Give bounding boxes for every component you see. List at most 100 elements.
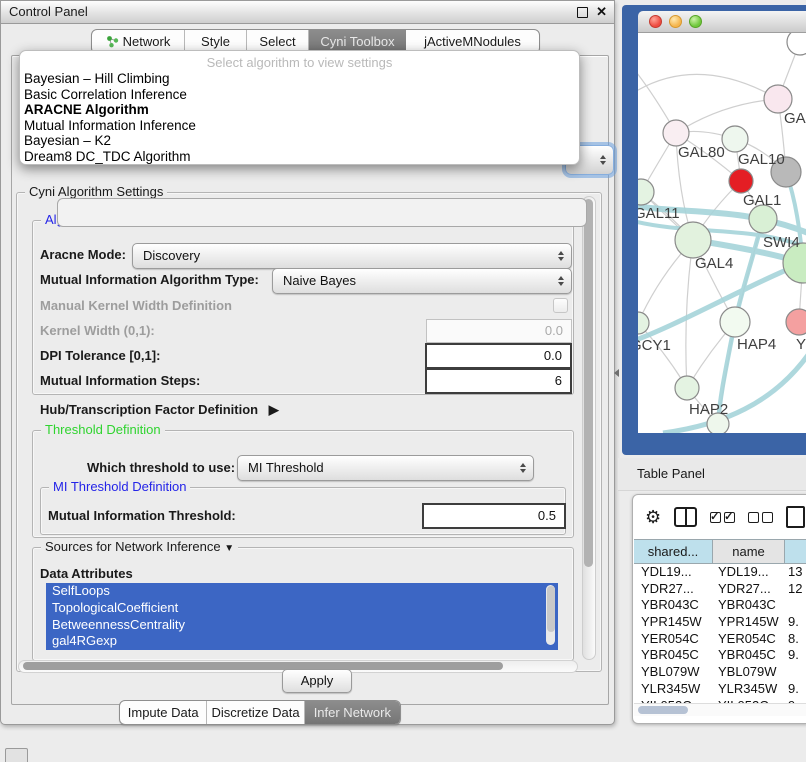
selected-value: Discovery <box>143 244 200 268</box>
splitter-handle-icon[interactable] <box>614 369 619 377</box>
network-node[interactable] <box>638 312 649 334</box>
table-panel-header: Table Panel <box>618 458 806 491</box>
network-node[interactable] <box>787 33 806 55</box>
table-toolbar: ⚙ <box>633 495 806 539</box>
minimize-traffic-light-icon[interactable] <box>669 15 682 28</box>
table-row[interactable]: YBL079WYBL079W <box>634 664 806 681</box>
network-node[interactable] <box>720 307 750 337</box>
group-title: Cyni Algorithm Settings <box>25 184 167 199</box>
mi-type-label: Mutual Information Algorithm Type: <box>40 272 259 287</box>
network-node[interactable] <box>786 309 806 335</box>
select-all-columns-icon[interactable] <box>710 512 735 523</box>
table-cell: 9. <box>785 647 806 664</box>
column-header-name[interactable]: name <box>713 540 785 563</box>
network-node-label: Y <box>796 336 806 353</box>
network-window-titlebar <box>638 11 806 33</box>
table-row[interactable]: YDR27...YDR27...12 <box>634 581 806 598</box>
settings-vertical-scrollbar[interactable] <box>582 196 596 660</box>
close-icon[interactable]: ✕ <box>596 4 607 20</box>
tab-impute-data[interactable]: Impute Data <box>120 701 207 724</box>
which-threshold-select[interactable]: MI Threshold <box>237 455 534 481</box>
table-cell: 9. <box>785 681 806 698</box>
dpi-tolerance-field[interactable]: 0.0 <box>425 343 572 369</box>
table-horizontal-scrollbar[interactable] <box>634 703 806 716</box>
control-panel-window: Control Panel ✕ Network Style Select <box>0 0 615 725</box>
close-traffic-light-icon[interactable] <box>649 15 662 28</box>
data-attributes-list[interactable]: SelfLoopsTopologicalCoefficientBetweenne… <box>46 583 558 650</box>
table-cell: 8. <box>785 631 806 648</box>
table-row[interactable]: YBR045CYBR045C9. <box>634 647 806 664</box>
window-title: Control Panel <box>9 1 88 23</box>
column-header-partial[interactable] <box>785 540 806 563</box>
gear-icon[interactable]: ⚙ <box>645 508 661 526</box>
algorithm-option[interactable]: Dream8 DC_TDC Algorithm <box>20 149 579 165</box>
network-node[interactable] <box>675 376 699 400</box>
manual-kernel-checkbox[interactable] <box>553 298 568 313</box>
network-node[interactable] <box>729 169 753 193</box>
sources-group-toggle[interactable]: Sources for Network Inference ▼ <box>41 539 238 554</box>
kernel-width-field[interactable]: 0.0 <box>426 319 572 343</box>
algorithm-option[interactable]: Basic Correlation Inference <box>20 87 579 103</box>
network-node[interactable] <box>675 222 711 258</box>
network-node-label: GAL80 <box>678 144 725 161</box>
network-node[interactable] <box>722 126 748 152</box>
table-cell <box>785 664 806 681</box>
attribute-list-item[interactable]: SelfLoops <box>46 583 558 600</box>
collapse-down-icon: ▼ <box>224 543 234 554</box>
dpi-tolerance-label: DPI Tolerance [0,1]: <box>40 348 160 363</box>
group-title: MI Threshold Definition <box>49 479 190 494</box>
network-node[interactable] <box>764 85 792 113</box>
column-header-shared-name[interactable]: shared... <box>634 540 713 563</box>
attributes-list-scrollbar[interactable] <box>546 585 555 645</box>
attribute-list-item[interactable]: gal4RGexp <box>46 633 558 650</box>
mi-steps-field[interactable]: 6 <box>425 368 572 394</box>
apply-button[interactable]: Apply <box>282 669 352 693</box>
table-cell: 12 <box>785 581 806 598</box>
hub-definition-label: Hub/Transcription Factor Definition <box>40 402 258 417</box>
tab-discretize-data[interactable]: Discretize Data <box>207 701 304 724</box>
minimized-panel-button[interactable] <box>5 748 28 762</box>
network-node-label: GAL <box>784 110 806 127</box>
aracne-mode-select[interactable]: Discovery <box>132 243 572 269</box>
network-node[interactable] <box>749 205 777 233</box>
table-cell: YBR043C <box>634 597 713 614</box>
table-row[interactable]: YPR145WYPR145W9. <box>634 614 806 631</box>
mi-threshold-field[interactable]: 0.5 <box>422 503 566 529</box>
table-cell: YLR345W <box>634 681 713 698</box>
table-row[interactable]: YLR345WYLR345W9. <box>634 681 806 698</box>
zoom-traffic-light-icon[interactable] <box>689 15 702 28</box>
table-row[interactable]: YER054CYER054C8. <box>634 631 806 648</box>
mi-type-select[interactable]: Naive Bayes <box>272 268 572 294</box>
algorithm-option[interactable]: Bayesian – K2 <box>20 133 579 149</box>
float-window-icon[interactable] <box>577 7 588 18</box>
table-cell: YBL079W <box>713 664 785 681</box>
hidden-combobox-fragment[interactable] <box>57 198 587 227</box>
algorithm-dropdown-popup: Select algorithm to view settings Bayesi… <box>19 50 580 165</box>
combobox-stepper-icon <box>600 155 606 165</box>
bottom-tabbar: Impute Data Discretize Data Infer Networ… <box>119 700 401 725</box>
tab-infer-network[interactable]: Infer Network <box>305 701 400 724</box>
table-cell: 9. <box>785 614 806 631</box>
network-node[interactable] <box>663 120 689 146</box>
mi-threshold-label: Mutual Information Threshold: <box>48 508 236 523</box>
table-header-row: shared... name <box>634 539 806 564</box>
table-cell: YER054C <box>634 631 713 648</box>
algorithm-option[interactable]: Mutual Information Inference <box>20 118 579 134</box>
hub-definition-toggle[interactable]: Hub/Transcription Factor Definition ▶ <box>40 402 279 418</box>
attribute-list-item[interactable]: TopologicalCoefficient <box>46 600 558 617</box>
columns-icon[interactable] <box>674 507 697 527</box>
network-canvas[interactable]: GALGAL80GAL10GAL11GAL1GAL4SWI4GCY1HAP4YH… <box>638 33 806 433</box>
table-cell: YDL19... <box>634 564 713 581</box>
table-row[interactable]: YBR043CYBR043C <box>634 597 806 614</box>
combobox-stepper-icon <box>520 463 526 473</box>
table-row[interactable]: YDL19...YDL19...13 <box>634 564 806 581</box>
algorithm-option[interactable]: ARACNE Algorithm <box>20 102 579 118</box>
table-panel: ⚙ shared... name YDL19...YDL19...13YDR27… <box>632 494 806 724</box>
table-panel-title: Table Panel <box>637 458 705 490</box>
export-table-icon[interactable] <box>786 506 805 528</box>
attribute-list-item[interactable]: BetweennessCentrality <box>46 617 558 634</box>
network-node-labels: GALGAL80GAL10GAL11GAL1GAL4SWI4GCY1HAP4YH… <box>638 110 806 418</box>
algorithm-option[interactable]: Bayesian – Hill Climbing <box>20 71 579 87</box>
network-node-label: HAP2 <box>689 401 728 418</box>
deselect-all-columns-icon[interactable] <box>748 512 773 523</box>
